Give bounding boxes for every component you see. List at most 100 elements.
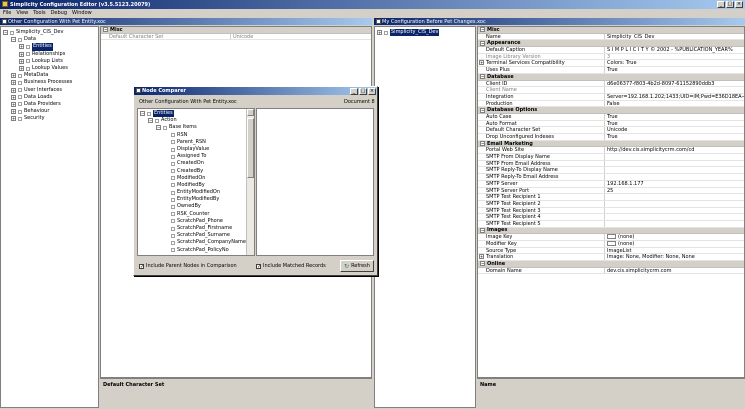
tree-node[interactable]: RSK_Counter (140, 211, 252, 218)
collapse-icon[interactable]: − (140, 111, 145, 117)
property-value[interactable] (605, 208, 744, 214)
menu-window[interactable]: Window (72, 10, 92, 16)
property-row[interactable]: Uses Plus True (478, 67, 744, 74)
tree-node[interactable]: CreatedBy (140, 168, 252, 175)
expand-icon[interactable]: + (479, 60, 484, 66)
grid-category[interactable]: − Appearance (478, 40, 744, 48)
tree-node[interactable]: + User Interfaces (3, 87, 96, 94)
expand-icon[interactable]: + (11, 101, 16, 107)
expand-icon[interactable]: + (479, 254, 484, 260)
tree-node[interactable]: − Action (140, 117, 252, 124)
property-row[interactable]: SMTP Reply-To Email Address (478, 174, 744, 181)
include-matched-checkbox[interactable]: ✓ Include Matched Records (256, 263, 326, 269)
property-row[interactable]: Domain Name dev.cis.simplicitycrm.com (478, 267, 744, 275)
expand-icon[interactable]: + (19, 44, 24, 50)
tree-node[interactable]: + Data Providers (3, 101, 96, 108)
property-row[interactable]: SMTP From Display Name (478, 154, 744, 161)
refresh-button[interactable]: ↻ Refresh (340, 260, 374, 272)
property-row[interactable]: + Translation Image: None, Modifier: None,… (478, 254, 744, 262)
property-value[interactable]: 25 (605, 188, 744, 194)
tree-node[interactable]: OwnedBy (140, 203, 252, 210)
menu-view[interactable]: View (16, 10, 28, 16)
grid-category[interactable]: − Online (478, 261, 744, 268)
scroll-up-icon[interactable] (247, 109, 254, 116)
tree-node[interactable]: + Business Processes (3, 79, 96, 86)
expand-icon[interactable]: + (11, 109, 16, 115)
property-value[interactable] (605, 154, 744, 160)
maximize-icon[interactable]: □ (359, 88, 367, 95)
tree-node[interactable]: + Behaviour (3, 108, 96, 115)
tree-node[interactable]: + Data Loads (3, 94, 96, 101)
collapse-icon[interactable]: − (103, 27, 108, 33)
minimize-icon[interactable]: _ (350, 88, 358, 95)
collapse-icon[interactable]: − (156, 125, 161, 131)
property-value[interactable]: True (605, 67, 744, 73)
tree-node[interactable]: ScratchPad_Phone (140, 218, 252, 225)
collapse-icon[interactable]: − (480, 74, 485, 80)
grid-category[interactable]: − Images (478, 227, 744, 235)
tree-node[interactable]: − Simplicity_CIS_Dev (3, 29, 96, 36)
expand-icon[interactable]: + (19, 66, 24, 72)
tree-node[interactable]: Assigned To (140, 153, 252, 160)
right-tree[interactable]: + Simplicity_CIS_Dev (374, 26, 476, 408)
tree-node[interactable]: + Simplicity_CIS_Dev (377, 29, 473, 37)
property-value[interactable] (605, 167, 744, 173)
expand-icon[interactable]: + (11, 80, 16, 86)
collapse-icon[interactable]: − (480, 40, 485, 46)
tree-node[interactable]: CreatedOn (140, 160, 252, 167)
property-value[interactable] (605, 174, 744, 180)
tree-node[interactable]: − Base Items (140, 124, 252, 131)
property-value[interactable]: S I M P L I C I T Y © 2002 - %PUBLICATIO… (605, 47, 744, 53)
tree-node[interactable]: ModifiedOn (140, 175, 252, 182)
tree-node[interactable]: + MetaData (3, 72, 96, 79)
property-value[interactable]: Unicode (605, 127, 744, 133)
scrollbar-thumb[interactable] (247, 118, 254, 178)
collapse-icon[interactable]: − (480, 27, 485, 33)
tree-node[interactable]: ScratchPad_Firstname (140, 225, 252, 232)
tree-node[interactable]: + Lookup Values (3, 65, 96, 72)
property-value[interactable]: (none) (605, 234, 744, 240)
property-value[interactable]: Simplicity_CIS_Dev (605, 34, 744, 40)
property-value[interactable] (605, 201, 744, 207)
property-value[interactable] (605, 194, 744, 200)
property-row[interactable]: Modifier Key (none) (478, 241, 744, 248)
close-icon[interactable]: × (368, 88, 376, 95)
left-tree[interactable]: − Simplicity_CIS_Dev − Data + Entities + Relati… (0, 26, 99, 408)
collapse-icon[interactable]: − (480, 107, 485, 113)
property-row[interactable]: Integration Server=192.168.1.202;1433;UID… (478, 93, 744, 101)
expand-icon[interactable]: + (11, 116, 16, 122)
minimize-icon[interactable]: _ (717, 1, 725, 8)
checkbox-icon[interactable]: ✓ (139, 263, 144, 269)
maximize-icon[interactable]: □ (726, 1, 734, 8)
property-value[interactable]: True (605, 121, 744, 127)
tree-node[interactable]: ScratchPad_Surname (140, 232, 252, 239)
collapse-icon[interactable]: − (480, 141, 485, 147)
property-value[interactable] (605, 87, 744, 93)
tree-node[interactable]: RSN (140, 132, 252, 139)
property-row[interactable]: Image Key (none) (478, 234, 744, 241)
property-value[interactable] (605, 161, 744, 167)
property-row[interactable]: SMTP Server 192.168.1.177 (478, 180, 744, 188)
property-value[interactable]: (none) (605, 241, 744, 247)
property-row[interactable]: Client ID d6e06377-f803-4b2d-8097-6115289… (478, 80, 744, 88)
grid-category[interactable]: − Email Marketing (478, 141, 744, 148)
property-row[interactable]: Auto Case True (478, 113, 744, 121)
property-row[interactable]: SMTP Test Recipient 5 (478, 220, 744, 228)
property-value[interactable]: Colors: True (605, 60, 744, 66)
property-value[interactable]: ImageList (605, 248, 744, 254)
include-parent-checkbox[interactable]: ✓ Include Parent Nodes in Comparison (139, 263, 237, 269)
property-row[interactable]: SMTP Test Recipient 2 (478, 200, 744, 208)
menu-tools[interactable]: Tools (33, 10, 45, 16)
property-row[interactable]: SMTP Test Recipient 4 (478, 214, 744, 221)
grid-category[interactable]: − Misc (478, 27, 744, 34)
dialog-tree-scrollbar[interactable] (246, 109, 254, 255)
expand-icon[interactable]: + (11, 73, 16, 79)
menu-debug[interactable]: Debug (51, 10, 67, 16)
tree-node[interactable]: ScratchPad_CompanyName (140, 239, 252, 246)
property-row[interactable]: Source Type ImageList (478, 247, 744, 255)
tree-node[interactable]: EntityModifiedOn (140, 189, 252, 196)
close-icon[interactable]: × (735, 1, 743, 8)
tree-node[interactable]: + Lookup Lists (3, 58, 96, 65)
grid-category[interactable]: − Database (478, 74, 744, 81)
property-row[interactable]: SMTP Test Recipient 3 (478, 207, 744, 215)
